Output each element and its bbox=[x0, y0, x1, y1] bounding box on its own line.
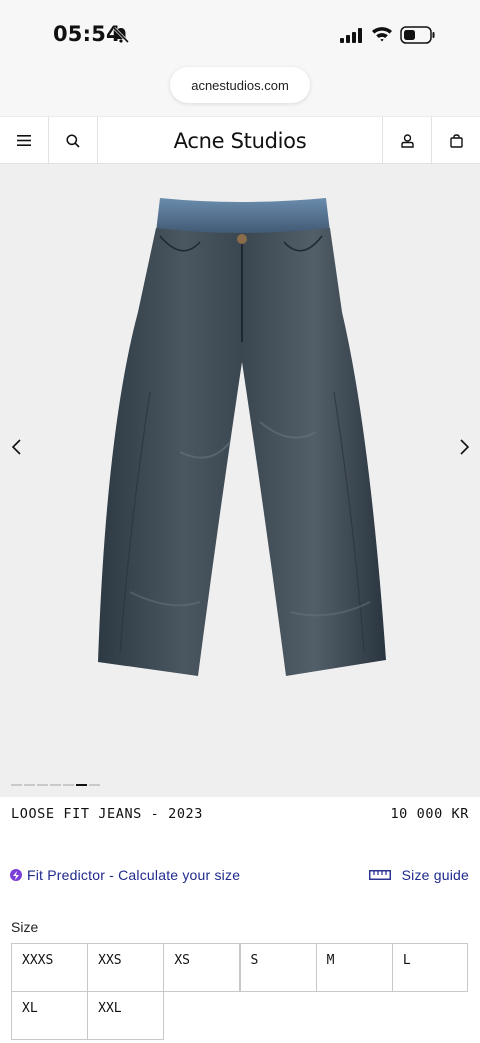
shopping-bag-icon bbox=[449, 133, 463, 148]
gallery-dot[interactable] bbox=[76, 784, 87, 786]
bag-button[interactable] bbox=[431, 117, 480, 164]
size-option[interactable]: XXS bbox=[87, 943, 165, 992]
fit-predictor-label: Fit Predictor - Calculate your size bbox=[27, 867, 241, 883]
bell-muted-icon bbox=[112, 26, 130, 44]
gallery-dot[interactable] bbox=[24, 784, 35, 786]
gallery-pagination bbox=[11, 784, 100, 786]
gallery-dot[interactable] bbox=[89, 784, 100, 786]
battery-icon bbox=[400, 26, 435, 44]
product-price: 10 000 KR bbox=[390, 806, 469, 822]
size-option[interactable]: S bbox=[239, 943, 317, 992]
search-icon bbox=[66, 133, 80, 148]
search-button[interactable] bbox=[49, 117, 98, 164]
product-gallery[interactable] bbox=[0, 164, 480, 797]
status-time: 05:54 bbox=[53, 22, 121, 46]
url-text: acnestudios.com bbox=[191, 77, 289, 93]
browser-bar: acnestudios.com bbox=[0, 62, 480, 116]
gallery-dot[interactable] bbox=[37, 784, 48, 786]
user-icon bbox=[400, 133, 414, 148]
ruler-icon bbox=[368, 870, 391, 880]
product-title: LOOSE FIT JEANS - 2023 bbox=[11, 806, 204, 822]
lightning-icon bbox=[10, 869, 22, 881]
chevron-left-icon[interactable] bbox=[8, 437, 28, 457]
menu-button[interactable] bbox=[0, 117, 49, 164]
size-option[interactable]: XXXS bbox=[11, 943, 89, 992]
size-option[interactable]: XL bbox=[11, 991, 89, 1040]
fit-predictor-link[interactable]: Fit Predictor - Calculate your size bbox=[10, 867, 240, 883]
gallery-dot[interactable] bbox=[11, 784, 22, 786]
hamburger-icon bbox=[17, 135, 31, 146]
status-bar: 05:54 bbox=[0, 0, 480, 62]
size-option[interactable]: M bbox=[315, 943, 393, 992]
site-header: Acne Studios bbox=[0, 116, 480, 164]
size-option[interactable]: L bbox=[391, 943, 468, 992]
product-image-jeans bbox=[98, 198, 386, 676]
gallery-dot[interactable] bbox=[50, 784, 61, 786]
size-guide-link[interactable]: Size guide bbox=[368, 867, 469, 883]
cellular-signal-icon bbox=[340, 28, 362, 43]
size-option[interactable]: XS bbox=[163, 943, 241, 992]
brand-logo[interactable]: Acne Studios bbox=[98, 117, 382, 164]
size-guide-label: Size guide bbox=[401, 867, 469, 883]
account-button[interactable] bbox=[382, 117, 431, 164]
url-field[interactable]: acnestudios.com bbox=[170, 67, 310, 103]
chevron-right-icon[interactable] bbox=[453, 437, 473, 457]
wifi-icon bbox=[372, 27, 392, 42]
size-option[interactable]: XXL bbox=[87, 991, 165, 1040]
size-heading: Size bbox=[11, 919, 39, 935]
gallery-dot[interactable] bbox=[63, 784, 74, 786]
